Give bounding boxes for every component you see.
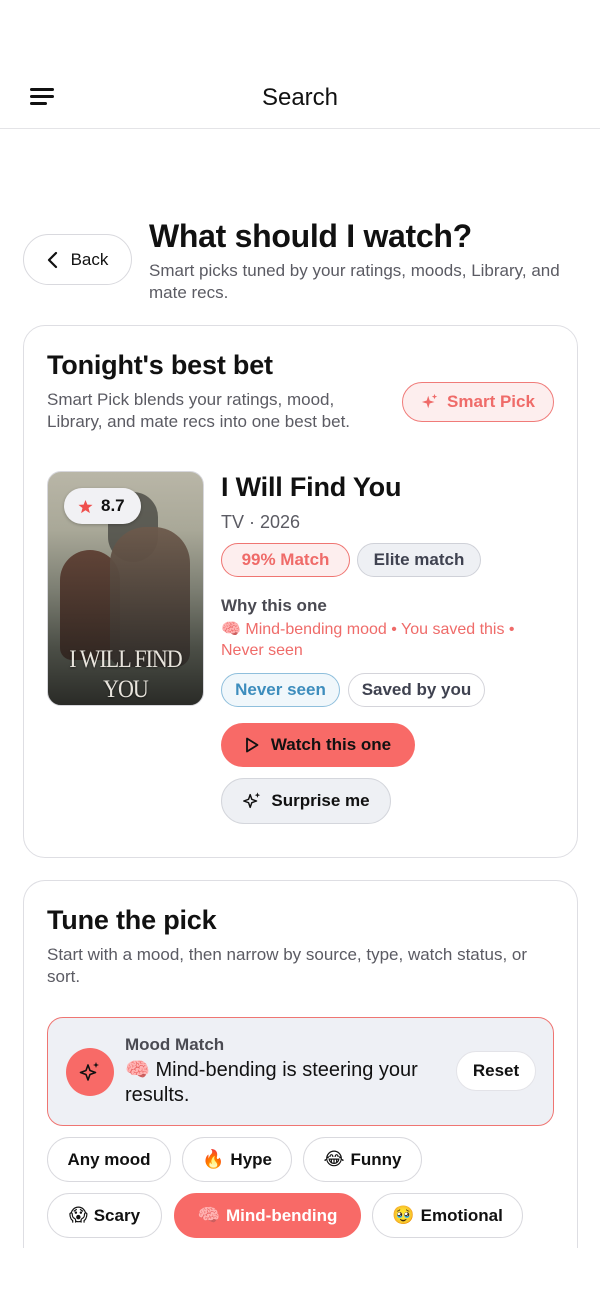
sparkles-icon — [243, 792, 261, 809]
mood-chip-mind-bending[interactable]: 🧠 Mind-bending — [174, 1193, 361, 1238]
mood-match-text: 🧠 Mind-bending is steering your results. — [125, 1059, 418, 1106]
chip-label: Emotional — [420, 1205, 503, 1225]
mood-sparkles-icon — [66, 1048, 114, 1096]
best-bet-card: Tonight's best bet Smart Pick blends you… — [23, 325, 578, 858]
tune-title: Tune the pick — [47, 905, 217, 935]
match-badge: 99% Match — [221, 543, 350, 577]
watch-this-one-button[interactable]: Watch this one — [221, 723, 415, 767]
bottom-cutoff — [0, 1248, 600, 1298]
mood-match-panel: Mood Match 🧠 Mind-bending is steering yo… — [47, 1017, 554, 1126]
rating-badge: 8.7 — [64, 488, 141, 524]
smart-pick-badge[interactable]: Smart Pick — [402, 382, 554, 422]
back-label: Back — [70, 249, 109, 269]
show-meta: TV · 2026 — [221, 512, 301, 532]
mood-chip-hype[interactable]: 🔥 Hype — [182, 1137, 292, 1182]
saved-by-you-badge: Saved by you — [348, 673, 485, 707]
chip-label: Mind-bending — [226, 1205, 338, 1225]
chevron-left-icon — [47, 251, 57, 268]
rating-value: 8.7 — [101, 496, 125, 515]
show-title[interactable]: I Will Find You — [221, 472, 401, 503]
best-bet-description: Smart Pick blends your ratings, mood, Li… — [47, 390, 351, 431]
chip-label: Hype — [230, 1149, 272, 1169]
why-label: Why this one — [221, 596, 327, 615]
tune-description: Start with a mood, then narrow by source… — [47, 945, 528, 986]
laughing-face-icon: 😂 — [323, 1149, 345, 1170]
fire-icon: 🔥 — [202, 1149, 225, 1170]
surprise-me-button[interactable]: Surprise me — [221, 778, 391, 824]
star-icon — [78, 499, 93, 513]
chip-label: Any mood — [67, 1149, 151, 1169]
top-nav-bar: Search — [0, 0, 600, 129]
mood-chip-scary[interactable]: 😱 Scary — [47, 1193, 162, 1238]
tune-pick-card: Tune the pick Start with a mood, then na… — [23, 880, 578, 1298]
mood-match-label: Mood Match — [125, 1035, 225, 1054]
mood-chip-funny[interactable]: 😂 Funny — [303, 1137, 422, 1182]
elite-match-badge: Elite match — [357, 543, 481, 577]
best-bet-title: Tonight's best bet — [47, 350, 273, 380]
screaming-face-icon: 😱 — [68, 1205, 88, 1226]
mood-chip-any[interactable]: Any mood — [47, 1137, 171, 1182]
reset-button[interactable]: Reset — [456, 1051, 536, 1091]
sparkles-icon — [421, 393, 438, 409]
page-subtitle: Smart picks tuned by your ratings, moods… — [149, 261, 560, 302]
play-icon — [245, 737, 259, 753]
chip-label: Scary — [93, 1205, 141, 1225]
why-reasons: 🧠 Mind-bending mood • You saved this • N… — [221, 621, 515, 659]
nav-title: Search — [261, 84, 339, 111]
chip-label: Funny — [350, 1149, 402, 1169]
never-seen-badge: Never seen — [221, 673, 340, 707]
show-poster[interactable]: I WILL FIND YOU 8.7 — [47, 471, 204, 706]
back-button[interactable]: Back — [23, 234, 132, 285]
brain-icon: 🧠 — [197, 1205, 220, 1226]
surprise-label: Surprise me — [271, 791, 370, 810]
teary-face-icon: 🥹 — [392, 1205, 415, 1226]
poster-title-art: I WILL FIND YOU — [69, 644, 182, 703]
page-title: What should I watch? — [149, 218, 472, 254]
watch-label: Watch this one — [270, 735, 392, 754]
smart-pick-label: Smart Pick — [447, 392, 535, 411]
mood-chip-emotional[interactable]: 🥹 Emotional — [372, 1193, 523, 1238]
